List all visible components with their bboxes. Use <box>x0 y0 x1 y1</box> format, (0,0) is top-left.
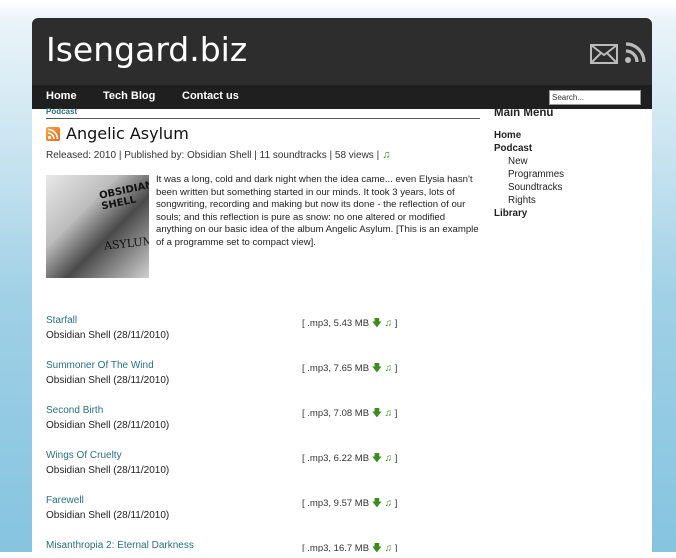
download-icon[interactable]: 🡇 <box>372 498 382 509</box>
track-format: [ .mp3, 7.08 MB <box>302 408 370 419</box>
track-file-info: [ .mp3, 16.7 MB 🡇 ♫ ] <box>302 541 397 552</box>
track-title[interactable]: Farewell <box>46 495 84 506</box>
play-note-icon[interactable]: ♫ <box>385 498 393 509</box>
play-note-icon[interactable]: ♫ <box>385 543 393 552</box>
cover-album-name: ASYLUM <box>103 234 149 253</box>
track-item: Summoner Of The Wind Obsidian Shell (28/… <box>46 360 486 390</box>
track-file-info: [ .mp3, 7.65 MB 🡇 ♫ ] <box>302 361 397 378</box>
sidebar-subitem-soundtracks[interactable]: Soundtracks <box>494 181 564 194</box>
rss-feed-icon[interactable] <box>46 127 60 141</box>
track-item: Misanthropia 2: Eternal Darkness [ .mp3,… <box>46 540 486 552</box>
content-area: Podcast Angelic Asylum Released: 2010 | … <box>32 0 652 552</box>
download-icon[interactable]: 🡇 <box>372 453 382 464</box>
breadcrumb[interactable]: Podcast <box>46 107 77 116</box>
sidebar-subitem-new[interactable]: New <box>494 155 564 168</box>
track-artist: Obsidian Shell (28/11/2010) <box>46 330 170 341</box>
track-item: Farewell Obsidian Shell (28/11/2010) [ .… <box>46 495 486 525</box>
download-icon[interactable]: 🡇 <box>372 363 382 374</box>
track-close-bracket: ] <box>394 453 398 464</box>
track-close-bracket: ] <box>394 498 398 509</box>
sidebar-item-library[interactable]: Library <box>494 207 564 220</box>
breadcrumb-divider <box>46 118 480 119</box>
track-format: [ .mp3, 9.57 MB <box>302 498 370 509</box>
track-close-bracket: ] <box>394 318 398 329</box>
track-file-info: [ .mp3, 5.43 MB 🡇 ♫ ] <box>302 316 397 333</box>
podcast-meta: Released: 2010 | Published by: Obsidian … <box>46 149 390 161</box>
track-artist: Obsidian Shell (28/11/2010) <box>46 420 170 431</box>
music-note-icon[interactable]: ♫ <box>382 149 390 161</box>
track-title[interactable]: Wings Of Cruelty <box>46 450 122 461</box>
track-title[interactable]: Starfall <box>46 315 77 326</box>
podcast-meta-text: Released: 2010 | Published by: Obsidian … <box>46 150 380 161</box>
play-note-icon[interactable]: ♫ <box>385 453 393 464</box>
track-title[interactable]: Second Birth <box>46 405 103 416</box>
track-item: Wings Of Cruelty Obsidian Shell (28/11/2… <box>46 450 486 480</box>
track-item: Starfall Obsidian Shell (28/11/2010) [ .… <box>46 315 486 345</box>
sidebar-subitem-programmes[interactable]: Programmes <box>494 168 564 181</box>
album-cover: OBSIDIAN SHELL ASYLUM <box>46 175 149 278</box>
track-format: [ .mp3, 16.7 MB <box>302 543 370 552</box>
cover-band-name: OBSIDIAN SHELL <box>98 179 149 213</box>
sidebar-heading: Main Menu <box>494 107 554 119</box>
track-file-info: [ .mp3, 6.22 MB 🡇 ♫ ] <box>302 451 397 468</box>
track-file-info: [ .mp3, 7.08 MB 🡇 ♫ ] <box>302 406 397 423</box>
track-close-bracket: ] <box>394 408 398 419</box>
track-file-info: [ .mp3, 9.57 MB 🡇 ♫ ] <box>302 496 397 513</box>
download-icon[interactable]: 🡇 <box>372 318 382 329</box>
track-close-bracket: ] <box>394 363 398 374</box>
sidebar-item-podcast[interactable]: Podcast <box>494 142 564 155</box>
sidebar-item-home[interactable]: Home <box>494 129 564 142</box>
sidebar-subitem-rights[interactable]: Rights <box>494 194 564 207</box>
track-artist: Obsidian Shell (28/11/2010) <box>46 510 170 521</box>
podcast-description: It was a long, cold and dark night when … <box>156 174 479 248</box>
track-artist: Obsidian Shell (28/11/2010) <box>46 465 170 476</box>
podcast-title: Angelic Asylum <box>66 124 189 143</box>
sidebar-menu: Main Menu Home Podcast New Programmes So… <box>494 107 564 220</box>
download-icon[interactable]: 🡇 <box>372 543 382 552</box>
play-note-icon[interactable]: ♫ <box>385 408 393 419</box>
track-title[interactable]: Summoner Of The Wind <box>46 360 154 371</box>
track-format: [ .mp3, 6.22 MB <box>302 453 370 464</box>
track-format: [ .mp3, 5.43 MB <box>302 318 370 329</box>
track-title[interactable]: Misanthropia 2: Eternal Darkness <box>46 540 194 551</box>
download-icon[interactable]: 🡇 <box>372 408 382 419</box>
play-note-icon[interactable]: ♫ <box>385 363 393 374</box>
track-item: Second Birth Obsidian Shell (28/11/2010)… <box>46 405 486 435</box>
track-artist: Obsidian Shell (28/11/2010) <box>46 375 170 386</box>
play-note-icon[interactable]: ♫ <box>385 318 393 329</box>
track-close-bracket: ] <box>394 543 398 552</box>
track-format: [ .mp3, 7.65 MB <box>302 363 370 374</box>
